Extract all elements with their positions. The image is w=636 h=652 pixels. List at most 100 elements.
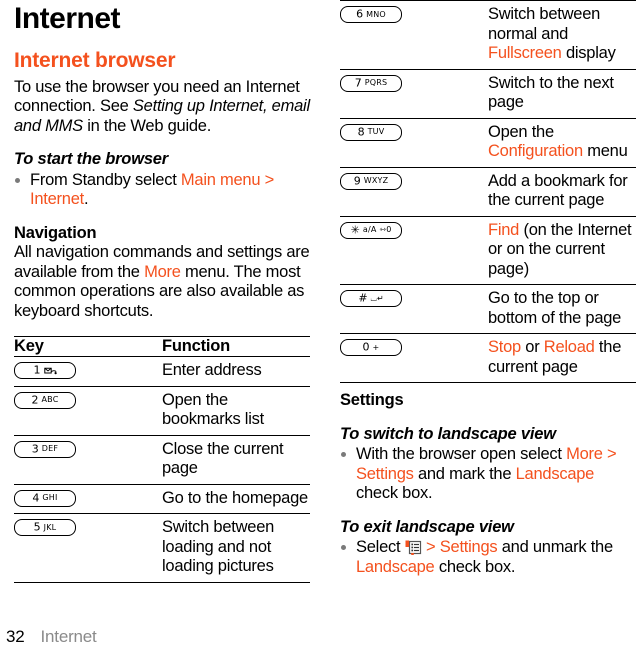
function-cell: Find (on the Internet or on the current … — [488, 217, 636, 285]
phone-key-5[interactable]: 5 JKL — [14, 519, 76, 537]
key-letters: WXYZ — [363, 176, 389, 185]
key-digit: 9 — [353, 174, 361, 187]
table-row: 0 + Stop or Reload the current page — [340, 334, 636, 382]
landscape-off-link-settings[interactable]: > Settings — [422, 538, 498, 556]
phone-key-0[interactable]: 0 + — [340, 339, 402, 356]
key-function-text: or — [520, 338, 544, 356]
bullet-dot-icon — [15, 177, 20, 183]
function-cell: Open the Configuration menu — [488, 119, 636, 167]
function-cell: Close the current page — [162, 436, 310, 484]
key-function-text: menu — [582, 142, 628, 160]
key-function-text[interactable]: Fullscreen — [488, 44, 562, 62]
phone-key-9[interactable]: 9 WXYZ — [340, 172, 402, 190]
phone-key-2[interactable]: 2 ABC — [14, 391, 76, 409]
key-letters: GHI — [42, 493, 58, 503]
key-shortcut-table-left: Key Function 1 Enter address 2 ABC Open the bo… — [14, 336, 310, 583]
function-cell: Stop or Reload the current page — [488, 334, 636, 382]
key-function-text: Open the bookmarks list — [162, 390, 264, 429]
more-menu-icon[interactable] — [405, 540, 422, 555]
key-cell: 4 GHI — [14, 485, 162, 514]
voicemail-icon — [43, 367, 57, 374]
phone-key-1[interactable]: 1 — [14, 362, 76, 380]
landscape-off-link-landscape[interactable]: Landscape — [356, 558, 435, 576]
key-function-text: Open the — [488, 122, 554, 141]
table-rule — [340, 382, 636, 383]
landscape-off-text-c: check box. — [434, 557, 516, 576]
manual-page: Internet Internet browser To use the bro… — [0, 0, 636, 652]
table-row: 7 PQRS Switch to the next page — [340, 70, 636, 118]
navigation-paragraph: All navigation commands and settings are… — [14, 243, 310, 321]
navigation-link-more[interactable]: More — [144, 263, 181, 281]
key-digit: 7 — [354, 76, 362, 89]
right-column: 6 MNO Switch between normal and Fullscreen… — [340, 0, 636, 577]
phone-key-x[interactable]: ✳ a/A ⇿0 — [340, 221, 402, 239]
key-function-text[interactable]: Configuration — [488, 142, 583, 160]
key-cell: # ⌴↵ — [340, 285, 488, 333]
footer-page-name: Internet — [40, 627, 97, 646]
left-column: Internet Internet browser To use the bro… — [14, 0, 310, 583]
key-cell: 5 JKL — [14, 514, 162, 582]
landscape-off-text-b: and unmark the — [497, 538, 613, 556]
function-cell: Open the bookmarks list — [162, 387, 310, 435]
bullet-dot-icon — [341, 545, 346, 550]
table-row: 9 WXYZ Add a bookmark for the current page — [340, 168, 636, 216]
key-letters: MNO — [366, 9, 386, 19]
key-digit: 3 — [31, 442, 39, 456]
key-letters: a/A — [362, 225, 377, 234]
table-row: # ⌴↵ Go to the top or bottom of the page — [340, 285, 636, 333]
table-rule — [14, 581, 310, 583]
phone-key-x[interactable]: # ⌴↵ — [340, 290, 402, 307]
key-letters: ABC — [41, 395, 59, 405]
key-cell: 2 ABC — [14, 387, 162, 435]
key-cell: 7 PQRS — [340, 70, 488, 118]
table-row: 5 JKL Switch between loading and not loadi… — [14, 514, 310, 582]
table-row: ✳ a/A ⇿0 Find (on the Internet or on the cu… — [340, 217, 636, 285]
key-function-text[interactable]: Reload — [544, 338, 595, 356]
landscape-on-link-landscape[interactable]: Landscape — [516, 465, 595, 483]
key-cell: 9 WXYZ — [340, 168, 488, 216]
key-digit: # — [358, 291, 368, 305]
key-digit: 8 — [357, 125, 365, 138]
key-function-text: Switch to the next page — [488, 73, 614, 112]
phone-key-8[interactable]: 8 TUV — [340, 123, 402, 141]
phone-key-7[interactable]: 7 PQRS — [340, 74, 402, 92]
key-shortcut-table-right: 6 MNO Switch between normal and Fullscreen… — [340, 0, 636, 383]
landscape-on-bullet: With the browser open select More > Sett… — [340, 445, 636, 504]
key-cell: 8 TUV — [340, 119, 488, 167]
settings-heading: Settings — [340, 391, 404, 409]
key-cell: 3 DEF — [14, 436, 162, 484]
key-letters: PQRS — [364, 78, 388, 87]
key-letters: + — [372, 342, 380, 352]
function-cell: Enter address — [162, 357, 310, 386]
key-letters: JKL — [43, 522, 57, 532]
table-row: 1 Enter address — [14, 357, 310, 386]
phone-key-6[interactable]: 6 MNO — [340, 6, 402, 23]
start-browser-heading: To start the browser — [14, 150, 168, 169]
phone-key-3[interactable]: 3 DEF — [14, 440, 76, 458]
start-browser-bullet: From Standby select Main menu > Internet… — [14, 171, 310, 210]
function-cell: Switch between loading and not loading p… — [162, 514, 310, 582]
key-digit: 0 — [362, 340, 370, 354]
key-digit: 1 — [33, 363, 41, 377]
key-function-text: display — [561, 44, 616, 62]
intro-text-b: in the Web guide. — [82, 116, 212, 135]
table-header-row: Key Function — [14, 337, 310, 356]
landscape-off-text-a: Select — [356, 538, 405, 556]
page-title: Internet — [14, 2, 121, 35]
key-cell: 0 + — [340, 334, 488, 382]
start-browser-text-a: From Standby select — [30, 170, 181, 189]
phone-key-4[interactable]: 4 GHI — [14, 489, 76, 507]
navigation-heading: Navigation — [14, 223, 97, 242]
landscape-off-heading: To exit landscape view — [340, 517, 514, 536]
key-function-text: Add a bookmark for the current page — [488, 171, 628, 210]
header-key: Key — [14, 337, 44, 356]
intro-paragraph: To use the browser you need an Internet … — [14, 78, 310, 137]
landscape-off-bullet: Select > Settings and unmark the Landsca… — [340, 538, 636, 577]
divider — [14, 581, 310, 583]
table-row: 6 MNO Switch between normal and Fullscreen… — [340, 1, 636, 69]
landscape-on-text-a: With the browser open select — [356, 445, 567, 463]
key-function-text[interactable]: Stop — [488, 338, 521, 356]
table-row: 4 GHI Go to the homepage — [14, 485, 310, 514]
divider — [340, 382, 636, 383]
key-function-text[interactable]: Find — [488, 221, 519, 239]
